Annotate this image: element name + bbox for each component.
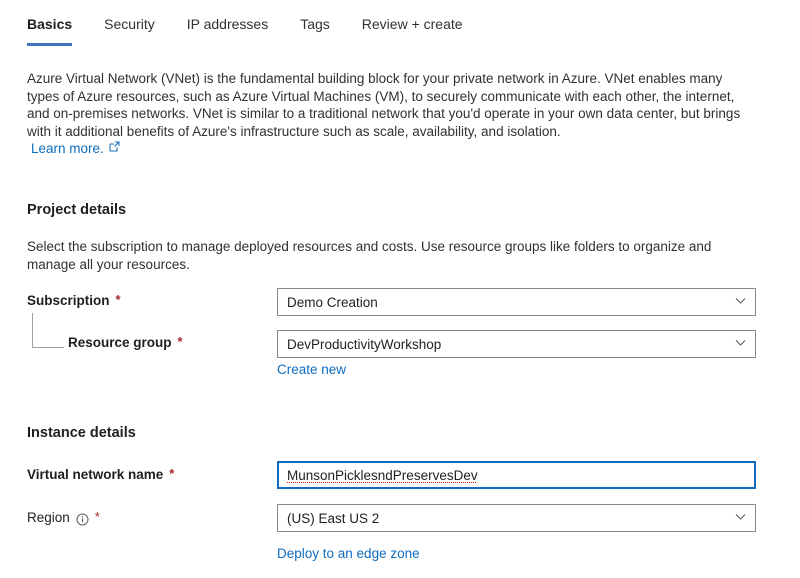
create-new-label: Create new (277, 362, 347, 377)
region-dropdown[interactable]: (US) East US 2 (277, 504, 756, 532)
tab-security-label: Security (104, 16, 155, 32)
chevron-down-icon (734, 294, 747, 310)
virtual-network-name-value: MunsonPicklesndPreservesDev (287, 467, 478, 483)
resource-group-value: DevProductivityWorkshop (287, 336, 442, 352)
resource-group-required-asterisk: * (177, 334, 183, 349)
tab-review-create[interactable]: Review + create (346, 14, 479, 46)
learn-more-link[interactable]: Learn more. (31, 139, 120, 157)
project-details-description: Select the subscription to manage deploy… (27, 239, 712, 272)
subscription-value: Demo Creation (287, 294, 378, 310)
tab-ip-addresses-label: IP addresses (186, 16, 269, 32)
region-value: (US) East US 2 (287, 510, 380, 526)
intro-description: Azure Virtual Network (VNet) is the fund… (27, 71, 741, 139)
resource-group-tree-connector (32, 313, 64, 348)
tab-review-create-label: Review + create (361, 16, 463, 32)
tab-basics[interactable]: Basics (27, 14, 88, 46)
deploy-edge-zone-link[interactable]: Deploy to an edge zone (277, 545, 420, 562)
region-label-text: Region (27, 510, 70, 525)
learn-more-label: Learn more. (31, 140, 104, 156)
tab-security[interactable]: Security (88, 14, 171, 46)
chevron-down-icon (734, 510, 747, 526)
virtual-network-name-input[interactable]: MunsonPicklesndPreservesDev (277, 461, 756, 489)
deploy-edge-zone-label: Deploy to an edge zone (277, 546, 420, 561)
subscription-required-asterisk: * (115, 292, 121, 307)
project-details-heading: Project details (27, 202, 127, 218)
info-circle-icon[interactable] (76, 513, 89, 526)
resource-group-label: Resource group * (68, 334, 183, 352)
chevron-down-icon (734, 336, 747, 352)
region-required-asterisk: * (94, 509, 100, 524)
virtual-network-name-label: Virtual network name * (27, 466, 174, 484)
tab-basics-label: Basics (27, 16, 73, 32)
virtual-network-name-required-asterisk: * (169, 466, 175, 481)
tab-bar: Basics Security IP addresses Tags Review… (27, 14, 479, 46)
subscription-dropdown[interactable]: Demo Creation (277, 288, 756, 316)
subscription-label: Subscription * (27, 292, 121, 310)
external-link-icon (109, 139, 120, 157)
resource-group-label-text: Resource group (68, 335, 172, 350)
tab-ip-addresses[interactable]: IP addresses (171, 14, 284, 46)
tab-tags[interactable]: Tags (284, 14, 346, 46)
tab-active-underline (27, 43, 73, 46)
create-new-resource-group-link[interactable]: Create new (277, 361, 346, 378)
region-label: Region * (27, 509, 100, 527)
resource-group-dropdown[interactable]: DevProductivityWorkshop (277, 330, 756, 358)
virtual-network-name-label-text: Virtual network name (27, 467, 164, 482)
subscription-label-text: Subscription (27, 293, 110, 308)
tab-tags-label: Tags (300, 16, 330, 32)
instance-details-heading: Instance details (27, 425, 136, 441)
